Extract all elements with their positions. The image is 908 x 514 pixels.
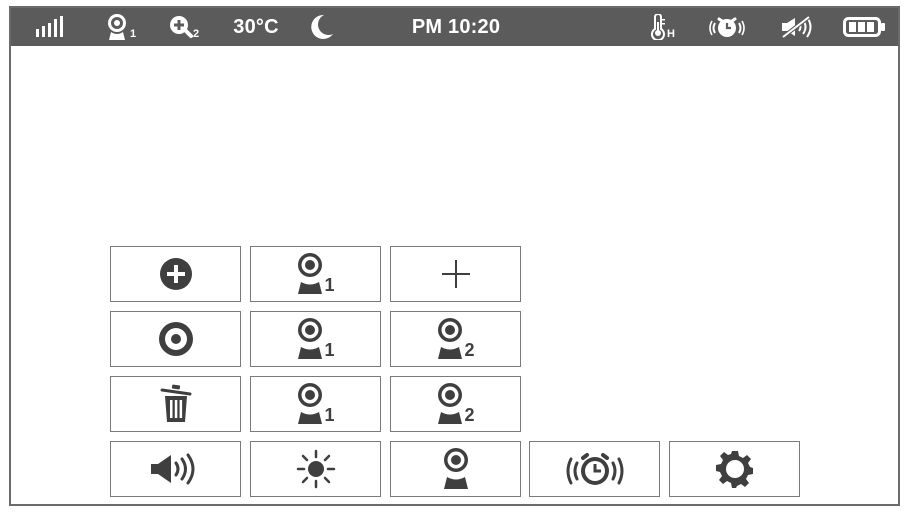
plus-icon	[441, 260, 470, 288]
camera-number: 1	[324, 339, 335, 360]
camera-number: 1	[324, 404, 335, 425]
temperature-alert-level: H	[667, 28, 675, 40]
alarm-clock-icon	[566, 453, 623, 485]
trash-icon	[160, 384, 191, 422]
signal-bars-icon	[33, 8, 67, 46]
record-icon	[158, 322, 193, 356]
zoom-button[interactable]	[110, 246, 241, 302]
camera-2-button[interactable]: 2	[390, 311, 521, 367]
speaker-icon	[150, 453, 194, 485]
camera-number: 1	[129, 28, 137, 40]
speaker-muted-icon	[777, 8, 817, 46]
status-zoom-indicator: 2	[164, 8, 204, 46]
moon-icon	[307, 8, 337, 46]
brightness-button[interactable]	[250, 441, 381, 497]
camera-icon	[107, 14, 126, 40]
thermometer-icon	[651, 14, 666, 40]
delete-button[interactable]	[110, 376, 241, 432]
temperature-readout: 30°C	[225, 8, 287, 46]
add-button[interactable]	[390, 246, 521, 302]
temperature-value: 30°C	[233, 15, 279, 38]
zoom-level: 2	[192, 28, 200, 40]
zoom-in-icon	[169, 16, 193, 38]
temperature-alert-indicator: H	[644, 8, 680, 46]
zoom-in-circle-icon	[159, 258, 192, 290]
status-bar: 1 2 30°C PM 10:20 H	[11, 8, 898, 46]
time-value: PM 10:20	[411, 15, 501, 38]
settings-button[interactable]	[669, 441, 800, 497]
camera-icon	[443, 448, 468, 489]
camera-2-button[interactable]: 2	[390, 376, 521, 432]
volume-button[interactable]	[110, 441, 241, 497]
clock-readout: PM 10:20	[403, 8, 509, 46]
battery-icon	[842, 8, 888, 46]
gear-icon	[715, 451, 753, 488]
camera-number: 1	[324, 274, 335, 295]
alarm-clock-icon	[707, 8, 747, 46]
camera-1-button[interactable]: 1	[250, 376, 381, 432]
camera-1-button[interactable]: 1	[250, 311, 381, 367]
record-button[interactable]	[110, 311, 241, 367]
alarm-button[interactable]	[529, 441, 660, 497]
camera-number: 2	[464, 339, 475, 360]
camera-1-button[interactable]: 1	[250, 246, 381, 302]
camera-number: 2	[464, 404, 475, 425]
camera-button[interactable]	[390, 441, 521, 497]
sun-icon	[296, 449, 335, 489]
status-camera-indicator: 1	[101, 8, 141, 46]
